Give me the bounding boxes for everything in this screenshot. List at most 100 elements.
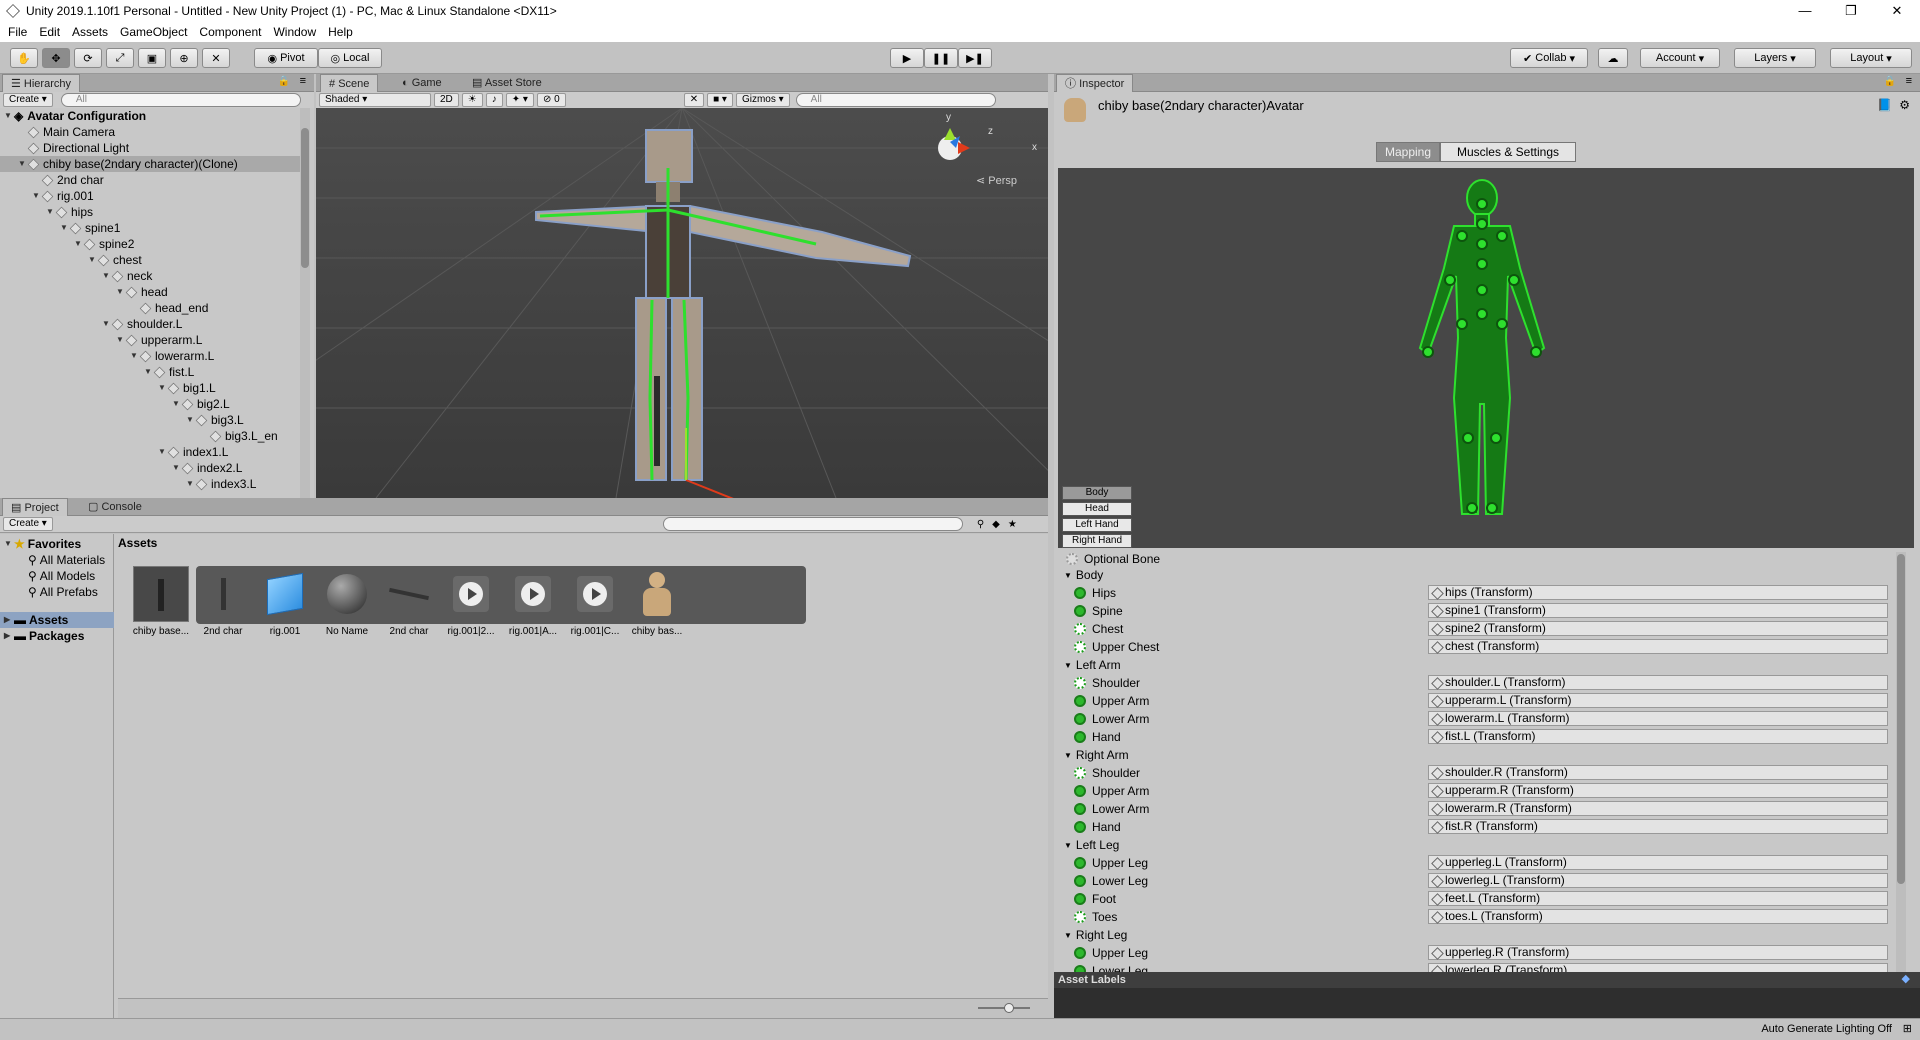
expand-arrow-icon[interactable]: ▼	[4, 108, 14, 124]
bone-group-header[interactable]: ▼ Right Arm	[1064, 746, 1902, 764]
body-joint-marker[interactable]	[1422, 346, 1434, 358]
hierarchy-item[interactable]: ▼ fist.L	[144, 364, 194, 380]
bone-transform-field[interactable]: lowerarm.L (Transform)	[1428, 711, 1888, 726]
expand-arrow-icon[interactable]: ▼	[1064, 841, 1072, 850]
lighting-toggle[interactable]: ☀	[461, 93, 483, 107]
bone-transform-field[interactable]: toes.L (Transform)	[1428, 909, 1888, 924]
tab-muscles-settings[interactable]: Muscles & Settings	[1440, 142, 1576, 162]
hierarchy-item[interactable]: ▼ index1.L	[158, 444, 228, 460]
effects-dropdown[interactable]: ✦ ▾	[505, 93, 534, 107]
tab-mapping[interactable]: Mapping	[1376, 142, 1440, 162]
body-joint-marker[interactable]	[1456, 318, 1468, 330]
hidden-objects-toggle[interactable]: ⊘ 0	[536, 93, 566, 107]
bone-transform-field[interactable]: upperleg.R (Transform)	[1428, 945, 1888, 960]
body-joint-marker[interactable]	[1444, 274, 1456, 286]
shading-mode-dropdown[interactable]: Shaded ▾	[319, 93, 431, 107]
expand-arrow-icon[interactable]: ▼	[1064, 661, 1072, 670]
body-part-left-hand-button[interactable]: Left Hand	[1062, 518, 1132, 532]
bone-transform-field[interactable]: spine1 (Transform)	[1428, 603, 1888, 618]
asset-item[interactable]: rig.001|2...	[440, 562, 502, 652]
hierarchy-item[interactable]: ▼ shoulder.L	[102, 316, 182, 332]
tab-scene[interactable]: # Scene	[320, 74, 379, 92]
projection-label[interactable]: ⋖ Persp	[976, 174, 1017, 187]
lighting-icon[interactable]: ⊞	[1903, 1022, 1912, 1035]
bone-transform-field[interactable]: feet.L (Transform)	[1428, 891, 1888, 906]
asset-item[interactable]: 2nd char	[192, 562, 254, 652]
body-joint-marker[interactable]	[1476, 258, 1488, 270]
hierarchy-item[interactable]: ▼ spine1	[60, 220, 120, 236]
rect-tool-button[interactable]: ▣	[138, 48, 166, 68]
menu-gameobject[interactable]: GameObject	[114, 25, 193, 39]
favorite-star-icon[interactable]: ★	[1008, 519, 1017, 530]
asset-item[interactable]: rig.001|A...	[502, 562, 564, 652]
pivot-button[interactable]: ◉ Pivot	[254, 48, 318, 68]
camera-button[interactable]: ■ ▾	[707, 93, 733, 107]
lock-icon[interactable]: 🔒	[1884, 76, 1896, 87]
asset-item[interactable]: 2nd char	[378, 562, 440, 652]
lock-icon[interactable]: 🔒	[278, 76, 290, 87]
menu-assets[interactable]: Assets	[66, 25, 114, 39]
bone-transform-field[interactable]: lowerleg.L (Transform)	[1428, 873, 1888, 888]
asset-item[interactable]: chiby bas...	[626, 562, 688, 652]
hand-tool-button[interactable]: ✋	[10, 48, 38, 68]
menu-window[interactable]: Window	[267, 25, 322, 39]
menu-file[interactable]: File	[2, 25, 33, 39]
step-button[interactable]: ▶❚	[958, 48, 992, 68]
minimize-button[interactable]: —	[1782, 0, 1828, 22]
hierarchy-item[interactable]: ▼ hips	[46, 204, 93, 220]
bone-transform-field[interactable]: lowerarm.R (Transform)	[1428, 801, 1888, 816]
body-joint-marker[interactable]	[1496, 230, 1508, 242]
body-joint-marker[interactable]	[1476, 308, 1488, 320]
expand-arrow-icon[interactable]: ▼	[1064, 571, 1072, 580]
assets-root[interactable]: ▶ ▬ Assets	[0, 612, 114, 628]
bone-transform-field[interactable]: upperarm.R (Transform)	[1428, 783, 1888, 798]
character-model[interactable]	[535, 129, 912, 498]
project-search-input[interactable]	[662, 517, 963, 531]
bone-group-header[interactable]: ▼ Left Arm	[1064, 656, 1902, 674]
transform-tool-button[interactable]: ⊕	[170, 48, 198, 68]
layers-dropdown[interactable]: Layers ▾	[1734, 48, 1816, 68]
menu-component[interactable]: Component	[193, 25, 267, 39]
cloud-button[interactable]: ☁	[1598, 48, 1628, 68]
hierarchy-item[interactable]: big3.L_en	[200, 428, 278, 444]
bone-transform-field[interactable]: fist.R (Transform)	[1428, 819, 1888, 834]
body-joint-marker[interactable]	[1476, 198, 1488, 210]
bone-transform-field[interactable]: shoulder.L (Transform)	[1428, 675, 1888, 690]
favorite-item[interactable]: ⚲ All Models	[28, 568, 95, 584]
bone-transform-field[interactable]: lowerleg.R (Transform)	[1428, 963, 1888, 972]
assets-breadcrumb[interactable]: Assets	[118, 536, 157, 550]
gizmos-dropdown[interactable]: Gizmos ▾	[735, 93, 790, 107]
panel-menu-icon[interactable]: ≡	[1906, 75, 1912, 87]
body-part-head-button[interactable]: Head	[1062, 502, 1132, 516]
bone-transform-field[interactable]: chest (Transform)	[1428, 639, 1888, 654]
bone-transform-field[interactable]: fist.L (Transform)	[1428, 729, 1888, 744]
body-part-right-hand-button[interactable]: Right Hand	[1062, 534, 1132, 548]
pause-button[interactable]: ❚❚	[924, 48, 958, 68]
hierarchy-item[interactable]: ▼ head	[116, 284, 168, 300]
gizmo-x-arrow[interactable]	[958, 142, 970, 154]
tab-asset-store[interactable]: ▤ Asset Store	[464, 74, 550, 92]
bone-transform-field[interactable]: shoulder.R (Transform)	[1428, 765, 1888, 780]
expand-arrow-icon[interactable]: ▼	[1064, 931, 1072, 940]
bone-transform-field[interactable]: hips (Transform)	[1428, 585, 1888, 600]
maximize-button[interactable]: ❐	[1828, 0, 1874, 22]
scale-tool-button[interactable]: ⤢	[106, 48, 134, 68]
favorites-root[interactable]: ▼ ★ Favorites	[4, 536, 81, 552]
hierarchy-item[interactable]: ▼ big3.L	[186, 412, 244, 428]
bone-transform-field[interactable]: upperarm.L (Transform)	[1428, 693, 1888, 708]
body-joint-marker[interactable]	[1490, 432, 1502, 444]
hierarchy-item[interactable]: ▼ chiby base(2ndary character)(Clone)	[0, 156, 300, 172]
filter-label-icon[interactable]: ◆	[992, 519, 1000, 530]
orientation-gizmo[interactable]	[938, 128, 970, 160]
expand-arrow-icon[interactable]: ▼	[1064, 751, 1072, 760]
scrollbar-thumb[interactable]	[301, 128, 309, 268]
body-joint-marker[interactable]	[1476, 238, 1488, 250]
help-book-icon[interactable]: 📘	[1877, 98, 1892, 112]
hierarchy-item[interactable]: 2nd char	[32, 172, 104, 188]
layout-dropdown[interactable]: Layout ▾	[1830, 48, 1912, 68]
hierarchy-item[interactable]: ▼ lowerarm.L	[130, 348, 214, 364]
hierarchy-item[interactable]: ▼ upperarm.L	[116, 332, 202, 348]
favorite-item[interactable]: ⚲ All Prefabs	[28, 584, 98, 600]
body-joint-marker[interactable]	[1462, 432, 1474, 444]
tab-game[interactable]: ◐ Game	[394, 74, 450, 92]
